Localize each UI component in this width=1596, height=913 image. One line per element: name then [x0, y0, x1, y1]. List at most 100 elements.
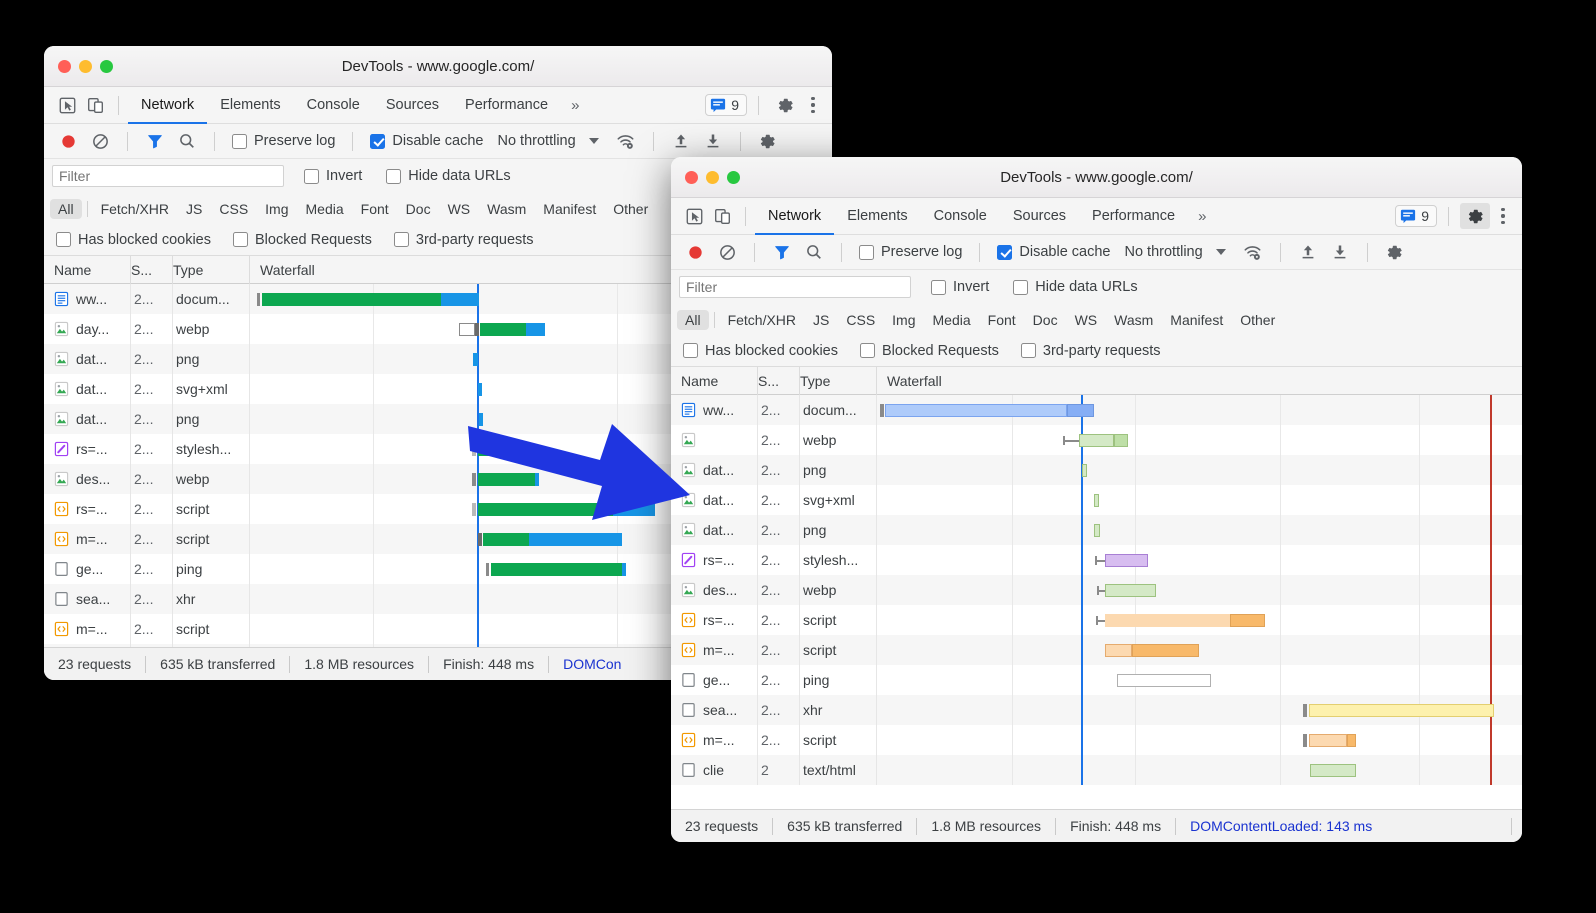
waterfall-bar-segment[interactable] — [491, 563, 622, 576]
cell-name[interactable]: dat... — [44, 404, 131, 434]
waterfall-bar-segment[interactable] — [475, 323, 480, 336]
type-filter-wasm[interactable]: Wasm — [479, 199, 534, 219]
cell-type[interactable]: script — [800, 725, 877, 755]
cell-type[interactable]: xhr — [800, 695, 877, 725]
cell-status[interactable]: 2... — [758, 725, 800, 755]
column-header-type[interactable]: Type — [173, 256, 250, 284]
type-filter-fetch-xhr[interactable]: Fetch/XHR — [93, 199, 177, 219]
table-row[interactable]: sea...2...xhr — [671, 695, 1522, 725]
cell-waterfall[interactable] — [877, 695, 1522, 725]
waterfall-bar-segment[interactable] — [524, 443, 529, 456]
tab-console[interactable]: Console — [294, 87, 373, 124]
preserve-log-checkbox[interactable]: Preserve log — [228, 133, 339, 149]
filter-funnel-icon[interactable] — [141, 128, 169, 154]
has-blocked-cookies-checkbox[interactable]: Has blocked cookies — [52, 232, 215, 248]
waterfall-bar-segment[interactable] — [478, 383, 483, 396]
cell-waterfall[interactable] — [877, 755, 1522, 785]
cell-type[interactable]: script — [173, 524, 250, 554]
cell-name[interactable]: ge... — [44, 554, 131, 584]
waterfall-bar-segment[interactable] — [526, 323, 545, 336]
export-har-icon[interactable] — [1326, 239, 1354, 265]
type-filter-fetch-xhr[interactable]: Fetch/XHR — [720, 310, 804, 330]
cell-type[interactable]: png — [173, 344, 250, 374]
type-filter-all[interactable]: All — [50, 199, 82, 219]
type-filter-js[interactable]: JS — [805, 310, 837, 330]
waterfall-bar-segment[interactable] — [1067, 404, 1093, 417]
waterfall-bar-segment[interactable] — [472, 473, 477, 486]
waterfall-bar-segment[interactable] — [1105, 644, 1133, 657]
type-filter-media[interactable]: Media — [298, 199, 352, 219]
devtools-window-front[interactable]: DevTools - www.google.com/ Network Eleme… — [671, 157, 1522, 842]
maximize-button[interactable] — [727, 171, 740, 184]
cell-status[interactable]: 2... — [131, 554, 173, 584]
type-filter-manifest[interactable]: Manifest — [1162, 310, 1231, 330]
disable-cache-checkbox[interactable]: Disable cache — [366, 133, 487, 149]
hide-data-urls-checkbox[interactable]: Hide data URLs — [1009, 279, 1141, 295]
cell-status[interactable]: 2... — [131, 434, 173, 464]
cell-status[interactable]: 2... — [758, 425, 800, 455]
waterfall-bar-segment[interactable] — [459, 323, 475, 336]
cell-name[interactable]: sea... — [671, 695, 758, 725]
cell-status[interactable]: 2... — [758, 545, 800, 575]
type-filter-img[interactable]: Img — [884, 310, 923, 330]
waterfall-bar-segment[interactable] — [535, 473, 540, 486]
import-har-icon[interactable] — [667, 128, 695, 154]
throttling-select[interactable]: No throttling — [497, 133, 575, 149]
type-filter-wasm[interactable]: Wasm — [1106, 310, 1161, 330]
waterfall-bar-segment[interactable] — [1094, 524, 1099, 537]
table-row[interactable]: ge...2...ping — [671, 665, 1522, 695]
waterfall-bar-segment[interactable] — [1309, 704, 1494, 717]
cell-type[interactable]: script — [173, 614, 250, 644]
waterfall-bar-segment[interactable] — [473, 353, 478, 366]
close-button[interactable] — [58, 60, 71, 73]
cell-name[interactable]: m=... — [44, 614, 131, 644]
waterfall-bar-segment[interactable] — [480, 323, 525, 336]
waterfall-bar-segment[interactable] — [1309, 734, 1348, 747]
blocked-requests-checkbox[interactable]: Blocked Requests — [229, 232, 376, 248]
cell-type[interactable]: docum... — [173, 284, 250, 314]
device-toolbar-icon[interactable] — [708, 203, 736, 229]
waterfall-bar-segment[interactable] — [472, 503, 476, 516]
tab-elements[interactable]: Elements — [207, 87, 293, 124]
cell-status[interactable]: 2... — [131, 374, 173, 404]
more-options-kebab-icon[interactable] — [802, 92, 824, 118]
table-row[interactable]: dat...2...png — [671, 455, 1522, 485]
waterfall-bar-segment[interactable] — [478, 473, 535, 486]
traffic-lights-back[interactable] — [44, 60, 113, 73]
type-filter-manifest[interactable]: Manifest — [535, 199, 604, 219]
waterfall-bar-segment[interactable] — [1303, 734, 1308, 747]
cell-type[interactable]: webp — [800, 425, 877, 455]
cell-name[interactable]: rs=... — [44, 434, 131, 464]
type-filter-css[interactable]: CSS — [211, 199, 256, 219]
waterfall-bar-segment[interactable] — [1094, 494, 1099, 507]
cell-type[interactable]: text/html — [800, 755, 877, 785]
cell-waterfall[interactable] — [877, 665, 1522, 695]
tab-performance[interactable]: Performance — [1079, 198, 1188, 235]
type-filter-ws[interactable]: WS — [1067, 310, 1106, 330]
cell-waterfall[interactable] — [877, 605, 1522, 635]
cell-status[interactable]: 2 — [758, 755, 800, 785]
invert-checkbox[interactable]: Invert — [927, 279, 993, 295]
cell-waterfall[interactable] — [877, 455, 1522, 485]
network-settings-gear-icon[interactable] — [1381, 239, 1409, 265]
waterfall-bar-segment[interactable] — [478, 503, 613, 516]
waterfall-bar-segment[interactable] — [880, 404, 884, 417]
filter-funnel-icon[interactable] — [768, 239, 796, 265]
cell-name[interactable]: des... — [44, 464, 131, 494]
cell-name[interactable]: ww... — [671, 395, 758, 425]
type-filter-doc[interactable]: Doc — [1025, 310, 1066, 330]
waterfall-bar-segment[interactable] — [486, 563, 489, 576]
has-blocked-cookies-checkbox[interactable]: Has blocked cookies — [679, 343, 842, 359]
waterfall-bar-segment[interactable] — [1230, 614, 1265, 627]
device-toolbar-icon[interactable] — [81, 92, 109, 118]
cell-name[interactable]: day... — [44, 314, 131, 344]
cell-name[interactable]: m=... — [671, 635, 758, 665]
settings-gear-icon[interactable] — [1460, 203, 1490, 229]
type-filter-ws[interactable]: WS — [440, 199, 479, 219]
cell-type[interactable]: stylesh... — [173, 434, 250, 464]
request-table-front[interactable]: ww...2...docum...2...webpdat...2...pngda… — [671, 395, 1522, 785]
waterfall-bar-segment[interactable] — [1105, 554, 1148, 567]
cell-status[interactable]: 2... — [758, 515, 800, 545]
network-settings-gear-icon[interactable] — [754, 128, 782, 154]
cell-name[interactable]: m=... — [671, 725, 758, 755]
